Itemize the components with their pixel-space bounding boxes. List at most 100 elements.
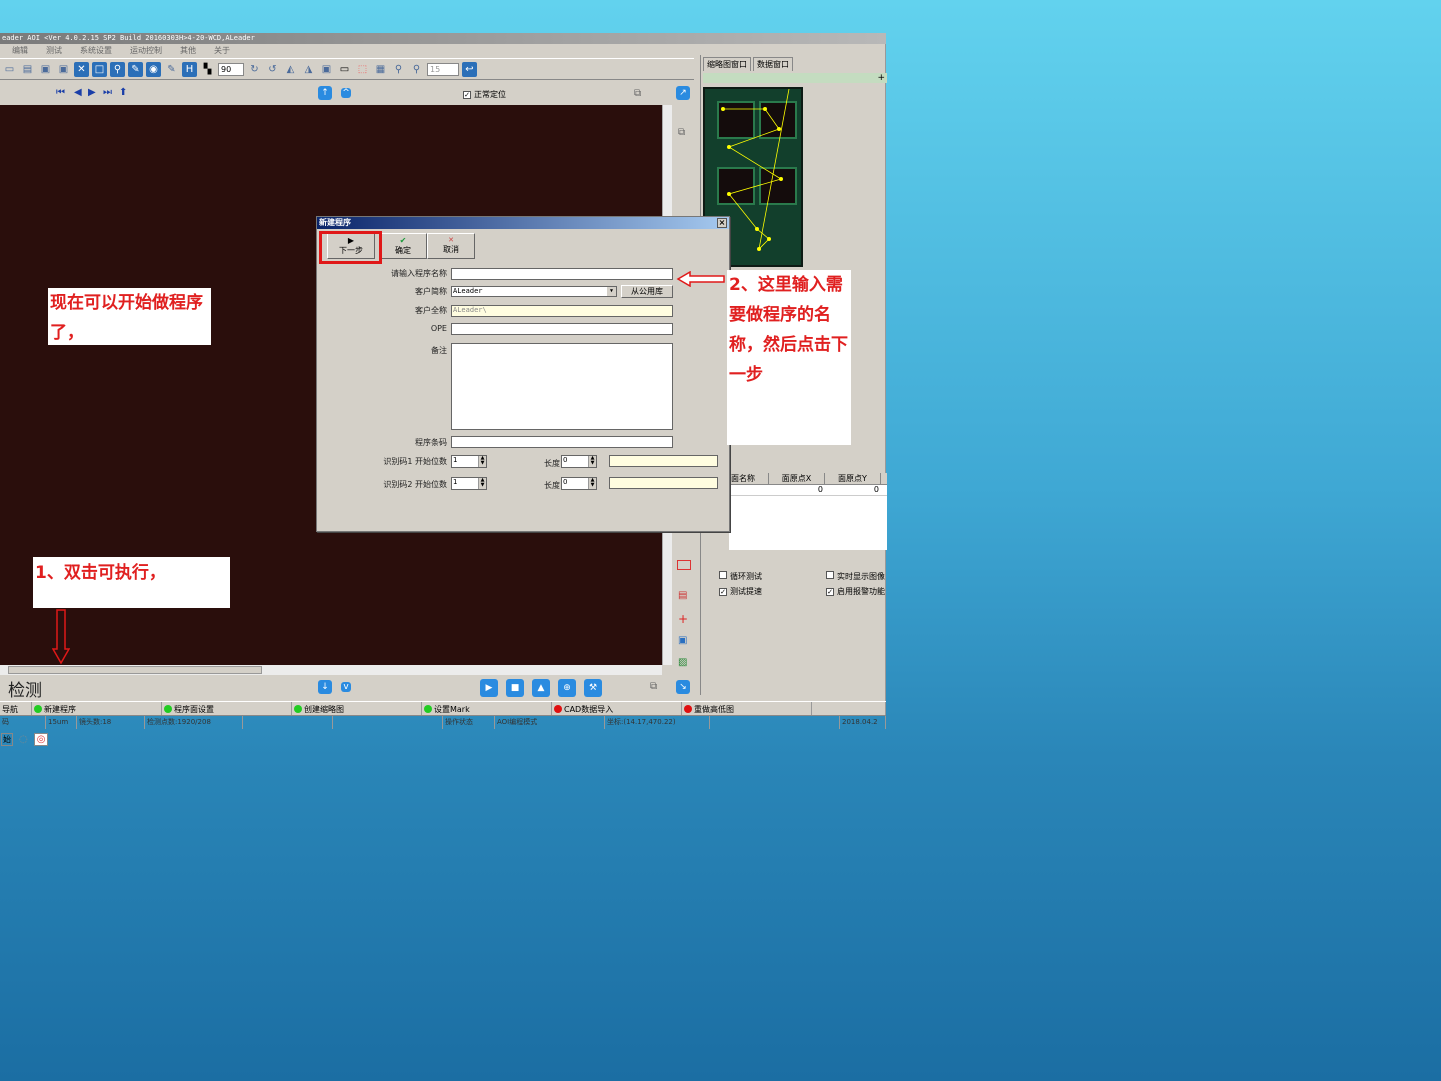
speed-up-checkbox[interactable]: ✓ 测试提速 bbox=[719, 586, 762, 597]
id2-length-spinner[interactable]: 0 ▲ ▼ bbox=[561, 477, 597, 490]
image-icon[interactable]: ▨ bbox=[678, 657, 687, 668]
start-button[interactable]: 始 bbox=[1, 732, 13, 746]
save-icon[interactable]: ▣ bbox=[38, 61, 53, 77]
table-row[interactable]: 0 0 bbox=[729, 485, 887, 496]
chevron-down-icon[interactable]: ▼ bbox=[607, 287, 616, 296]
contrast-icon[interactable]: ▚ bbox=[200, 61, 215, 77]
layers-icon[interactable]: ▣ bbox=[678, 635, 687, 646]
program-name-label: 请输入程序名称 bbox=[391, 269, 447, 278]
play-button[interactable]: ▶ bbox=[480, 679, 498, 697]
refresh-icon[interactable]: ↺ bbox=[265, 61, 280, 77]
customer-short-select[interactable]: ALeader ▼ bbox=[451, 286, 617, 297]
loop-test-checkbox[interactable]: 循环测试 bbox=[719, 571, 762, 582]
realtime-image-checkbox[interactable]: 实时显示图像 bbox=[826, 571, 885, 582]
print-icon[interactable]: ▤ bbox=[678, 590, 687, 601]
step-create-thumbnail[interactable]: 创建缩略图 bbox=[292, 702, 422, 716]
menu-system-settings[interactable]: 系统设置 bbox=[80, 44, 112, 57]
step-redo-height-map[interactable]: 重做高低图 bbox=[682, 702, 812, 716]
arrow-down-button[interactable]: ↓ bbox=[318, 680, 332, 694]
step-select[interactable]: 15 bbox=[427, 62, 459, 76]
label: 启用报警功能 bbox=[837, 587, 885, 596]
normal-position-checkbox[interactable]: ✓ 正常定位 bbox=[463, 89, 506, 100]
restore-icon[interactable]: ⧉ bbox=[634, 88, 641, 99]
cell: 0 bbox=[873, 485, 879, 494]
flip-icon[interactable]: ◮ bbox=[301, 61, 316, 77]
last-icon[interactable]: ⏭ bbox=[103, 87, 112, 98]
prev-icon[interactable]: ◀ bbox=[74, 87, 82, 98]
dashed-rect-icon[interactable]: ⬚ bbox=[355, 61, 370, 77]
window-icon[interactable]: ▣ bbox=[319, 61, 334, 77]
magnify-icon[interactable]: ⚲ bbox=[110, 61, 125, 77]
target-button[interactable]: ⊕ bbox=[558, 679, 576, 697]
window-title: eader AOI <Ver 4.0.2.15 SP2 Build 201603… bbox=[0, 33, 886, 44]
id2-length-label: 长度 bbox=[544, 481, 560, 490]
open-icon[interactable]: ▭ bbox=[2, 61, 17, 77]
folder-icon[interactable]: ▤ bbox=[20, 61, 35, 77]
cell bbox=[729, 485, 769, 495]
ie-icon[interactable]: ◌ bbox=[19, 734, 28, 745]
camera-icon[interactable]: ◉ bbox=[146, 61, 161, 77]
wrench-button[interactable]: ⚒ bbox=[584, 679, 602, 697]
arrow-up-button[interactable]: ↑ bbox=[318, 86, 332, 100]
stop-button[interactable]: ■ bbox=[506, 679, 524, 697]
edit-image-icon[interactable]: ✎ bbox=[128, 61, 143, 77]
eject-button[interactable]: ▲ bbox=[532, 679, 550, 697]
app-icon[interactable]: ◎ bbox=[33, 732, 49, 746]
close-button[interactable]: × bbox=[717, 218, 727, 228]
add-icon[interactable]: + bbox=[877, 73, 885, 83]
zoom-spinner[interactable]: 90 bbox=[218, 62, 244, 76]
barcode-input[interactable] bbox=[451, 436, 673, 448]
restore-icon[interactable]: ⧉ bbox=[650, 681, 657, 692]
step-new-program[interactable]: 新建程序 bbox=[32, 702, 162, 716]
collapse-button[interactable]: ↘ bbox=[676, 680, 690, 694]
mirror-icon[interactable]: ◭ bbox=[283, 61, 298, 77]
remark-textarea[interactable] bbox=[451, 343, 673, 430]
frame-icon[interactable]: □ bbox=[92, 61, 107, 77]
label: 确定 bbox=[395, 246, 411, 255]
tab-thumbnail-window[interactable]: 缩略图窗口 bbox=[703, 57, 751, 71]
rotate-icon[interactable]: ↻ bbox=[247, 61, 262, 77]
rect-tool-icon[interactable] bbox=[677, 560, 691, 570]
tools-icon[interactable]: ✕ bbox=[74, 61, 89, 77]
save-as-icon[interactable]: ▣ bbox=[56, 61, 71, 77]
from-library-button[interactable]: 从公用库 bbox=[621, 285, 673, 298]
chevron-up-button[interactable]: ^ bbox=[341, 88, 351, 98]
zoom-out-icon[interactable]: ⚲ bbox=[409, 61, 424, 77]
up-icon[interactable]: ⬆ bbox=[119, 87, 127, 98]
plus-icon[interactable]: + bbox=[678, 612, 688, 626]
menu-test[interactable]: 测试 bbox=[46, 44, 62, 57]
status-cell bbox=[710, 716, 840, 729]
id1-start-label: 识别码1 开始位数 bbox=[383, 457, 447, 466]
back-icon[interactable]: ↩ bbox=[462, 61, 477, 77]
menu-other[interactable]: 其他 bbox=[180, 44, 196, 57]
tab-data-window[interactable]: 数据窗口 bbox=[753, 57, 793, 71]
status-dot-green bbox=[164, 705, 172, 713]
menu-about[interactable]: 关于 bbox=[214, 44, 230, 57]
customer-full-input[interactable]: ALeader\ bbox=[451, 305, 673, 317]
menu-motion-control[interactable]: 运动控制 bbox=[130, 44, 162, 57]
label: 测试提速 bbox=[730, 587, 762, 596]
grid-icon[interactable]: ▦ bbox=[373, 61, 388, 77]
id1-length-spinner[interactable]: 0 ▲ ▼ bbox=[561, 455, 597, 468]
rectangle-icon[interactable]: ▭ bbox=[337, 61, 352, 77]
restore-icon[interactable]: ⧉ bbox=[678, 127, 685, 138]
h-icon[interactable]: H bbox=[182, 61, 197, 77]
step-set-mark[interactable]: 设置Mark bbox=[422, 702, 552, 716]
menu-edit[interactable]: 编辑 bbox=[12, 44, 28, 57]
alarm-checkbox[interactable]: ✓ 启用报警功能 bbox=[826, 586, 885, 597]
ope-input[interactable] bbox=[451, 323, 673, 335]
status-dot-red bbox=[684, 705, 692, 713]
notepad-icon[interactable]: ✎ bbox=[164, 61, 179, 77]
ok-button[interactable]: ✔ 确定 bbox=[379, 233, 427, 259]
first-icon[interactable]: ⏮ bbox=[56, 87, 65, 98]
chevron-down-button[interactable]: v bbox=[341, 682, 351, 692]
step-cad-import[interactable]: CAD数据导入 bbox=[552, 702, 682, 716]
next-icon[interactable]: ▶ bbox=[88, 87, 96, 98]
status-operation-label: 操作状态 bbox=[443, 716, 495, 729]
step-face-setup[interactable]: 程序面设置 bbox=[162, 702, 292, 716]
program-name-input[interactable] bbox=[451, 268, 673, 280]
label: 程序面设置 bbox=[174, 704, 214, 714]
stage-label: 检测 bbox=[8, 681, 42, 701]
zoom-in-icon[interactable]: ⚲ bbox=[391, 61, 406, 77]
cancel-button[interactable]: ✕ 取消 bbox=[427, 233, 475, 259]
